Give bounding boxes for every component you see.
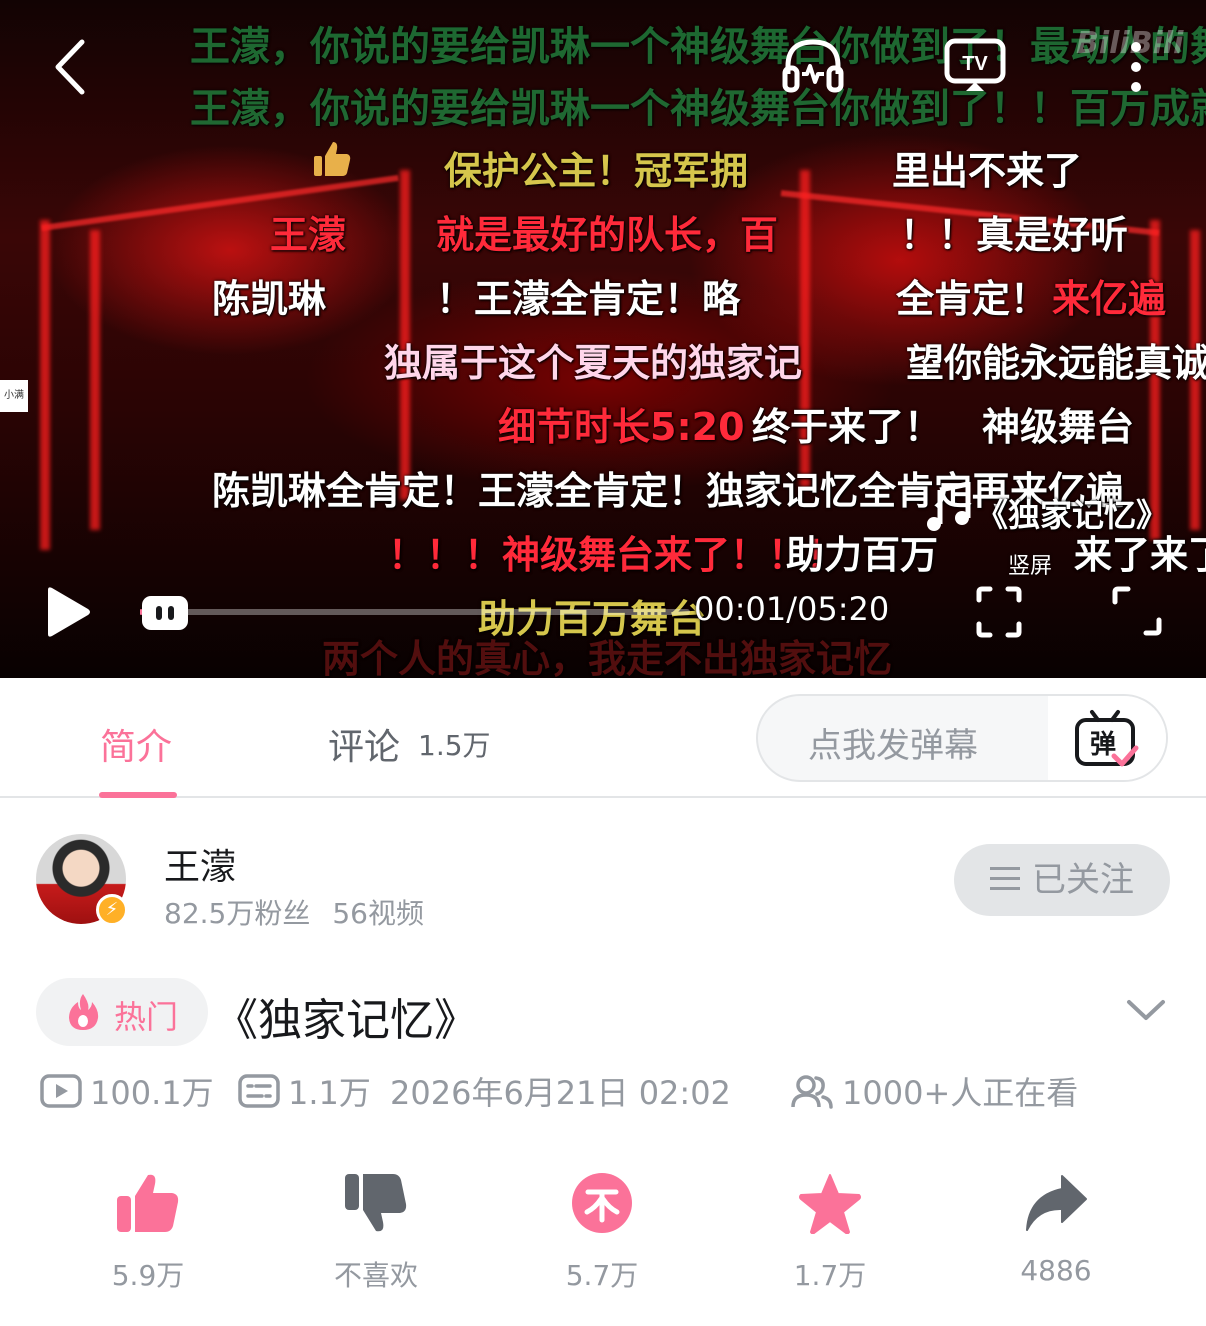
- stage-light: [40, 220, 50, 550]
- danmaku-like-icon: [314, 142, 351, 176]
- danmaku-item: 望你能永远能真诚: [906, 341, 1206, 385]
- danmaku-item: 陈凯琳: [212, 277, 327, 321]
- vertical-screen-icon[interactable]: [976, 586, 1022, 638]
- coin-icon: [572, 1173, 632, 1233]
- comments-count: 1.5万: [418, 729, 491, 762]
- share-icon: [1026, 1175, 1087, 1231]
- danmaku-item: 两个人的真心，我走不出独家记忆: [322, 637, 893, 678]
- tab-bar: 简介 评论 1.5万 点我发弹幕 弹: [0, 678, 1206, 798]
- watching-count: 1000+人正在看: [842, 1074, 1079, 1112]
- coin-button[interactable]: 5.7万: [542, 1172, 662, 1294]
- like-button[interactable]: 5.9万: [88, 1172, 208, 1294]
- danmaku-item: 细节时长5:20: [498, 405, 745, 449]
- danmaku-item: 王濛，你说的要给凯琳一个神级舞台你做到了！！百万成就: [190, 86, 1206, 132]
- video-title: 《独家记忆》: [214, 995, 478, 1046]
- thumbs-down-icon: [345, 1174, 407, 1232]
- danmaku-item: 就是最好的队长，百: [436, 213, 779, 257]
- danmaku-item: 终于来了！: [752, 405, 943, 449]
- audio-mode-icon[interactable]: [782, 36, 844, 94]
- danmaku-item: 神级舞台: [982, 405, 1135, 449]
- hot-badge[interactable]: 热门: [36, 978, 208, 1046]
- videos-count: 56视频: [332, 897, 424, 930]
- view-count: 100.1万: [90, 1074, 214, 1112]
- menu-icon: [990, 866, 1020, 891]
- stage-sign: 小满: [0, 380, 28, 412]
- followed-button[interactable]: 已关注: [954, 844, 1170, 916]
- more-icon[interactable]: [1128, 40, 1144, 94]
- vertical-screen-label[interactable]: 竖屏: [1008, 548, 1052, 580]
- tv-cast-icon[interactable]: TV: [944, 38, 1006, 94]
- danmaku-item: ！王濛全肯定！略: [436, 277, 741, 321]
- viewers-icon: [791, 1075, 833, 1109]
- coin-count: 5.7万: [565, 1259, 639, 1292]
- danmaku-count-icon: [238, 1074, 280, 1108]
- thumbs-up-icon: [117, 1174, 179, 1232]
- music-note-icon: [927, 482, 971, 531]
- danmaku-item: 王濛: [270, 213, 347, 257]
- danmaku-input[interactable]: 点我发弹幕: [808, 718, 978, 767]
- danmaku-count: 1.1万: [288, 1074, 371, 1112]
- svg-text:TV: TV: [962, 53, 988, 75]
- dislike-button[interactable]: 不喜欢: [316, 1172, 436, 1294]
- time-display: 00:01/05:20: [694, 590, 890, 628]
- danmaku-item: ！！！神级舞台来了！！！: [388, 533, 845, 577]
- tab-comments[interactable]: 评论: [328, 718, 400, 770]
- danmaku-item: 独属于这个夏天的独家记: [384, 341, 803, 385]
- tab-intro[interactable]: 简介: [100, 718, 172, 770]
- hot-label: 热门: [114, 998, 179, 1036]
- chevron-down-icon[interactable]: [1126, 998, 1166, 1022]
- progress-knob[interactable]: [142, 596, 188, 630]
- danmaku-item: 全肯定！: [896, 277, 1049, 321]
- uploader-name[interactable]: 王濛: [164, 838, 236, 890]
- video-player[interactable]: 小满 王濛，你说的要给凯琳一个神级舞台你做到了！最动人的舞 王濛，你说的要给凯琳…: [0, 0, 1206, 678]
- danmaku-item: 王濛，你说的要给凯琳一个神级舞台你做到了！最动人的舞: [190, 24, 1206, 70]
- danmaku-item: 里出不来了: [892, 149, 1083, 193]
- tab-active-indicator: [99, 792, 177, 798]
- danmaku-item: 来了来了: [1074, 533, 1206, 577]
- fullscreen-icon[interactable]: [1112, 586, 1162, 636]
- share-count: 4886: [1020, 1254, 1092, 1287]
- danmaku-item: 保护公主！冠军拥: [444, 149, 749, 193]
- favorite-button[interactable]: 1.7万: [770, 1172, 890, 1294]
- like-count: 5.9万: [111, 1259, 185, 1292]
- play-icon[interactable]: [44, 586, 92, 638]
- publish-date: 2026年6月21日 02:02: [390, 1074, 731, 1112]
- danmaku-toggle-icon: 弹: [1075, 710, 1139, 767]
- danmaku-item: 助力百万: [786, 533, 939, 577]
- danmaku-item: ！！真是好听: [900, 213, 1129, 257]
- danmaku-toggle-button[interactable]: 弹: [1048, 696, 1166, 780]
- followed-label: 已关注: [1032, 860, 1134, 900]
- uploader-stats: 82.5万粉丝 56视频: [164, 892, 424, 932]
- play-count-icon: [40, 1074, 82, 1108]
- flame-icon: [69, 994, 99, 1030]
- dislike-label: 不喜欢: [333, 1259, 418, 1292]
- star-icon: [799, 1174, 861, 1235]
- danmaku-input-box[interactable]: 点我发弹幕 弹: [756, 694, 1168, 782]
- fans-count: 82.5万粉丝: [164, 897, 311, 930]
- favorite-count: 1.7万: [793, 1259, 867, 1292]
- danmaku-item: 来亿遍: [1052, 277, 1167, 321]
- back-icon[interactable]: [52, 38, 86, 96]
- share-button[interactable]: 4886: [996, 1172, 1116, 1287]
- progress-bar[interactable]: [140, 609, 690, 615]
- lightning-badge-icon: ⚡: [96, 894, 128, 926]
- stage-light: [90, 230, 100, 530]
